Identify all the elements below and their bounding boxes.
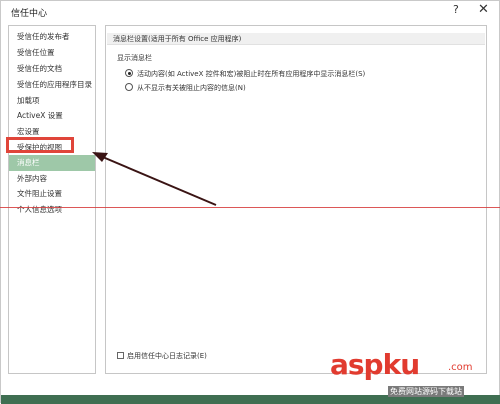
watermark-dotcom-text: .com — [448, 362, 473, 373]
show-message-bar-label: 显示消息栏 — [117, 54, 152, 62]
radio-show-message-bar-label[interactable]: 活动内容(如 ActiveX 控件和宏)被阻止时在所有应用程序中显示消息栏(S) — [137, 69, 365, 79]
help-button[interactable]: ? — [453, 3, 459, 16]
sidebar-item-activex-settings[interactable]: ActiveX 设置 — [9, 108, 95, 124]
trust-center-dialog: 信任中心 ? ✕ 受信任的发布者 受信任位置 受信任的文档 受信任的应用程序目录… — [0, 0, 500, 404]
sidebar-item-file-block-settings[interactable]: 文件阻止设置 — [9, 186, 95, 202]
sidebar-item-message-bar[interactable]: 消息栏 — [9, 155, 95, 171]
annotation-highlight-box — [6, 137, 74, 153]
annotation-guide-line — [0, 207, 500, 208]
radio-never-show-info-label[interactable]: 从不显示有关被阻止内容的信息(N) — [137, 83, 246, 93]
close-button[interactable]: ✕ — [478, 2, 489, 17]
watermark-main-text: aspku — [330, 348, 420, 381]
sidebar-item-external-content[interactable]: 外部内容 — [9, 171, 95, 187]
message-bar-settings-header: 消息栏设置(适用于所有 Office 应用程序) — [107, 33, 485, 45]
watermark-logo: aspku .com 免费网站源码下载站 — [330, 348, 500, 403]
enable-logging-label[interactable]: 启用信任中心日志记录(E) — [127, 351, 207, 361]
enable-logging-checkbox[interactable] — [117, 352, 124, 359]
sidebar-item-add-ins[interactable]: 加载项 — [9, 93, 95, 109]
sidebar-item-trusted-app-catalogs[interactable]: 受信任的应用程序目录 — [9, 77, 95, 93]
radio-show-message-bar[interactable] — [125, 69, 133, 77]
title-bar: 信任中心 ? ✕ — [1, 1, 499, 23]
watermark-sub-text: 免费网站源码下载站 — [388, 386, 464, 397]
sidebar-item-trusted-documents[interactable]: 受信任的文档 — [9, 61, 95, 77]
sidebar-item-trusted-locations[interactable]: 受信任位置 — [9, 45, 95, 61]
sidebar-nav: 受信任的发布者 受信任位置 受信任的文档 受信任的应用程序目录 加载项 Acti… — [8, 25, 96, 374]
dialog-title: 信任中心 — [11, 9, 48, 19]
sidebar-item-privacy-options[interactable]: 个人信息选项 — [9, 202, 95, 218]
sidebar-item-trusted-publishers[interactable]: 受信任的发布者 — [9, 29, 95, 45]
radio-never-show-info[interactable] — [125, 83, 133, 91]
